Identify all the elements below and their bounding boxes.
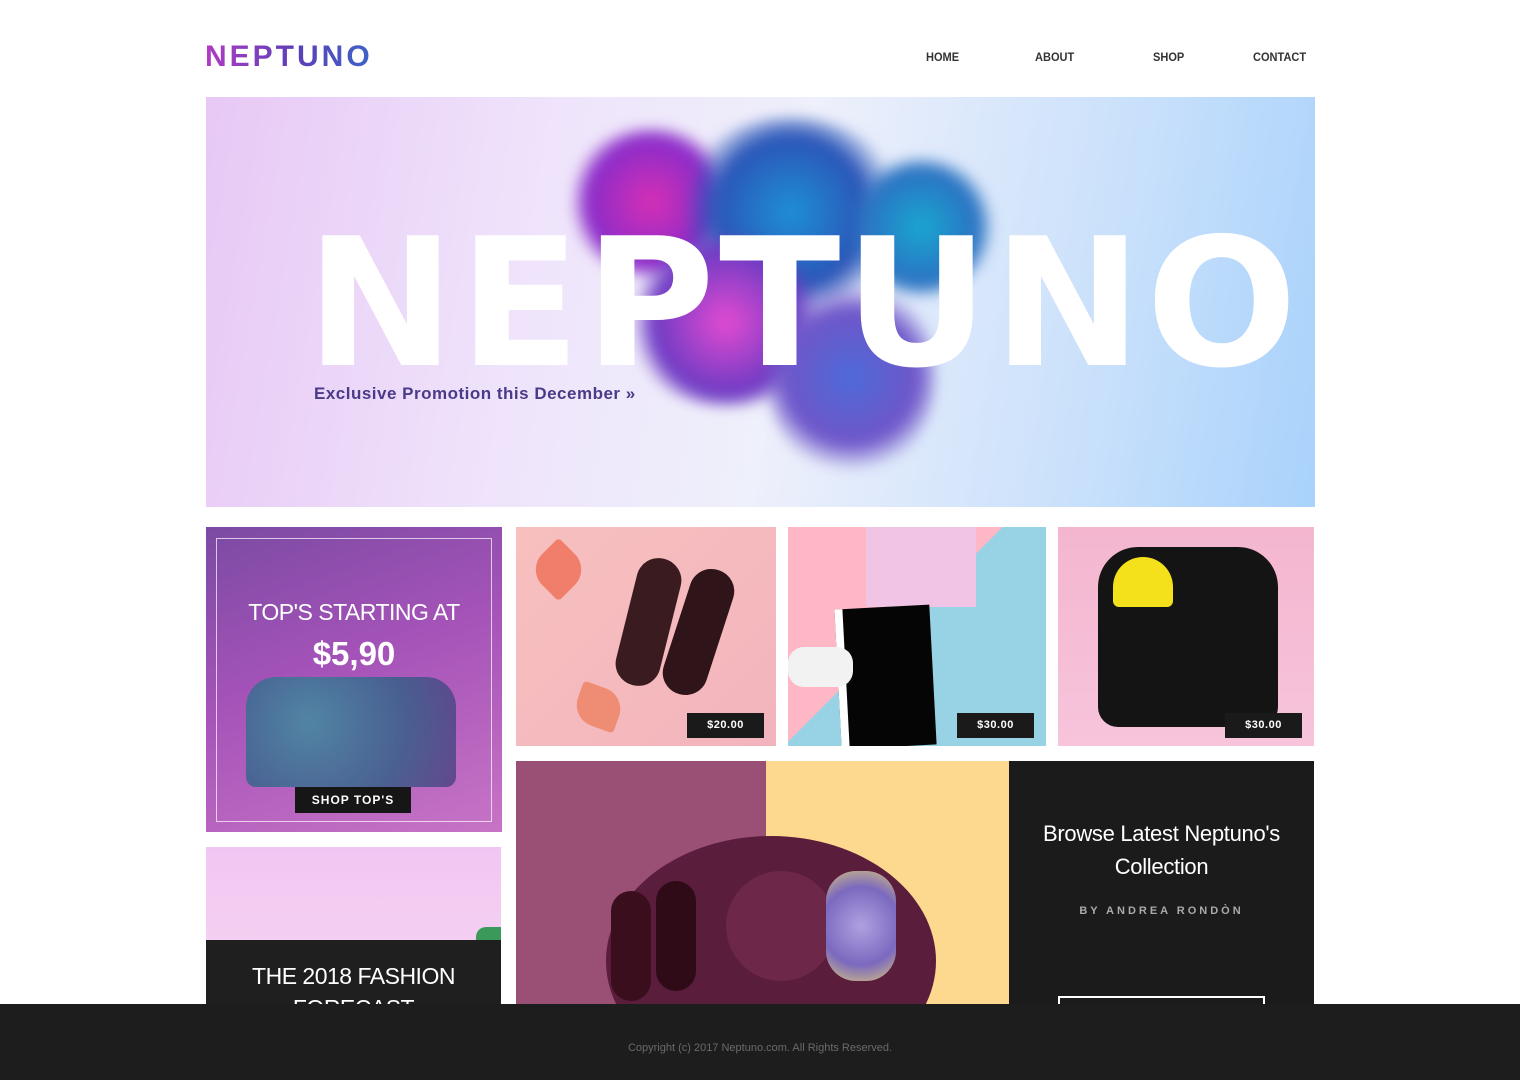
promo-headline: TOP'S STARTING AT bbox=[248, 599, 460, 625]
hero-title: NEPTUNO bbox=[306, 200, 1302, 407]
product-card[interactable]: $30.00 bbox=[788, 527, 1046, 746]
flowers-decoration bbox=[826, 871, 896, 981]
hero-banner[interactable]: NEPTUNO Exclusive Promotion this Decembe… bbox=[206, 97, 1315, 507]
product-price: $20.00 bbox=[687, 713, 764, 738]
promo-price: $5,90 bbox=[312, 635, 396, 672]
collection-panel: Browse Latest Neptuno's Collection BY AN… bbox=[1009, 761, 1314, 1026]
product-card[interactable]: $20.00 bbox=[516, 527, 776, 746]
copyright-text: Copyright (c) 2017 Neptuno.com. All Righ… bbox=[627, 1042, 893, 1054]
product-image-shirt bbox=[866, 527, 976, 607]
collection-author: BY ANDREA RONDÒN bbox=[1079, 905, 1244, 917]
nav-home[interactable]: HOME bbox=[926, 50, 959, 64]
page: NEPTUNO HOME ABOUT SHOP CONTACT NEPTUNO … bbox=[0, 0, 1520, 1080]
shoe-decoration bbox=[611, 891, 651, 1001]
main-nav: HOME ABOUT SHOP CONTACT bbox=[0, 50, 1520, 66]
leaf-decoration bbox=[526, 537, 591, 602]
sneaker-decoration bbox=[788, 647, 853, 687]
footer: Copyright (c) 2017 Neptuno.com. All Righ… bbox=[0, 1004, 1520, 1080]
forecast-title: THE 2018 FASHION FORECAST bbox=[252, 963, 455, 1007]
shoe-decoration bbox=[656, 881, 696, 991]
collection-image[interactable] bbox=[516, 761, 1009, 1011]
product-price: $30.00 bbox=[1225, 713, 1302, 738]
leaf-decoration bbox=[570, 680, 627, 734]
hat-crown bbox=[726, 871, 836, 981]
shop-tops-button[interactable]: SHOP TOP'S bbox=[295, 787, 411, 813]
promo-frame bbox=[216, 538, 492, 822]
collection-title: Browse Latest Neptuno's Collection bbox=[1043, 821, 1280, 879]
product-price: $30.00 bbox=[957, 713, 1034, 738]
nav-about[interactable]: ABOUT bbox=[1035, 50, 1074, 64]
nav-contact[interactable]: CONTACT bbox=[1253, 50, 1306, 64]
promo-tile[interactable]: TOP'S STARTING AT $5,90 SHOP TOP'S bbox=[206, 527, 502, 832]
hero-promo-link[interactable]: Exclusive Promotion this December » bbox=[314, 384, 636, 404]
nav-shop[interactable]: SHOP bbox=[1153, 50, 1184, 64]
forecast-tile[interactable]: THE 2018 FASHION FORECAST bbox=[206, 847, 501, 1007]
product-card[interactable]: $30.00 bbox=[1058, 527, 1314, 746]
